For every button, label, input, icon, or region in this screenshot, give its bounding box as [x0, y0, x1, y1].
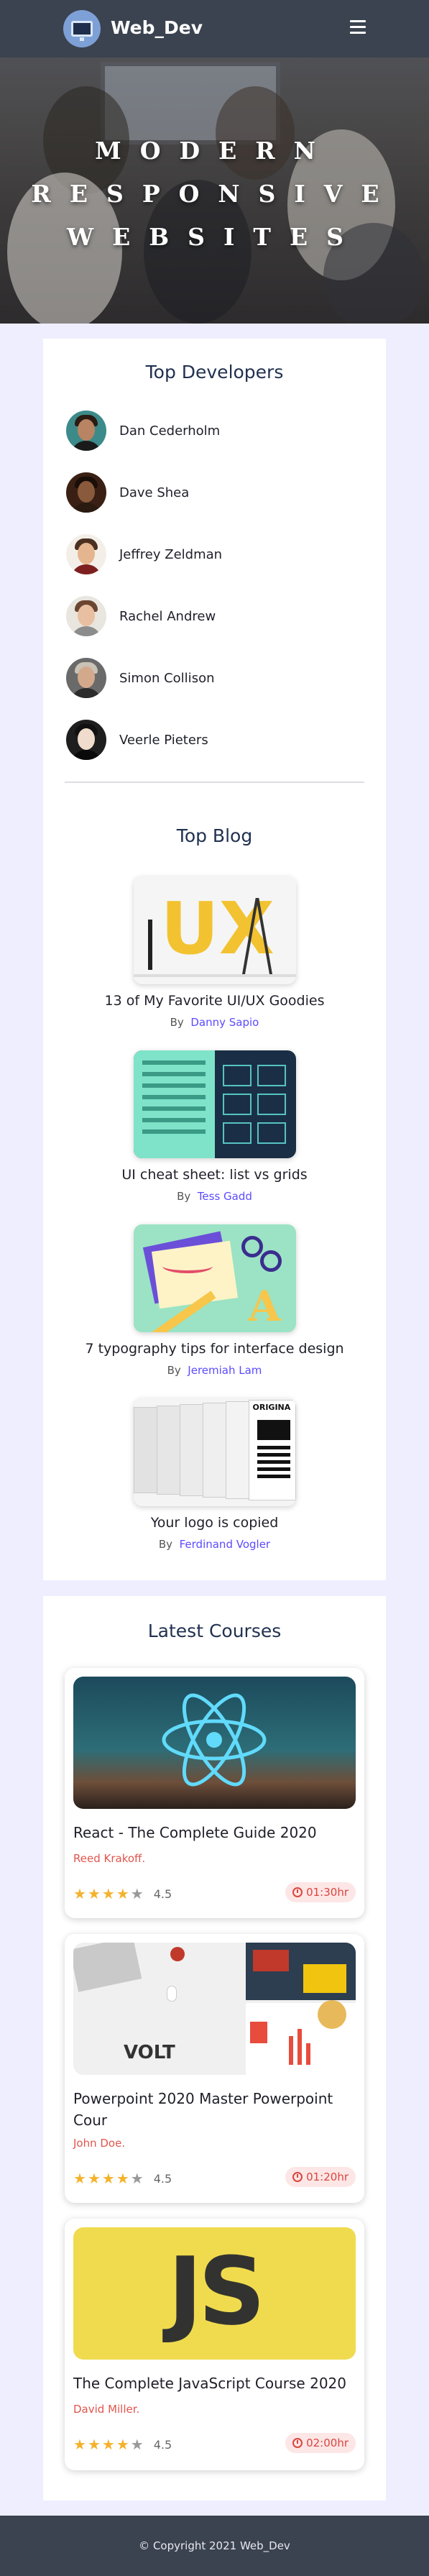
hero-banner: MODERN RESPONSIVE WEBSITES	[0, 58, 429, 324]
avatar	[66, 472, 106, 513]
course-card[interactable]: VOLT Powerpoint 2020 Master Powerpoint C…	[65, 1934, 364, 2203]
blog-author-link[interactable]: Ferdinand Vogler	[180, 1538, 270, 1551]
avatar	[66, 534, 106, 574]
developer-item[interactable]: Simon Collison	[66, 658, 215, 698]
avatar	[66, 658, 106, 698]
clock-icon	[292, 1887, 303, 1897]
duration-badge: 02:00hr	[285, 2433, 356, 2453]
blog-item-byline: By Tess Gadd	[177, 1190, 252, 1203]
avatar	[66, 596, 106, 636]
blog-author-link[interactable]: Danny Sapio	[190, 1016, 259, 1029]
site-footer: © Copyright 2021 Web_Dev	[0, 2516, 429, 2576]
developer-item[interactable]: Jeffrey Zeldman	[66, 534, 222, 574]
blog-item-byline: By Jeremiah Lam	[167, 1364, 262, 1377]
section-divider	[65, 781, 364, 783]
course-author[interactable]: David Miller.	[73, 2403, 139, 2416]
blog-title: Top Blog	[176, 825, 253, 846]
course-image	[73, 1677, 356, 1809]
blog-item[interactable]: A 7 typography tips for interface design…	[43, 1224, 386, 1377]
blog-item-title[interactable]: Your logo is copied	[43, 1515, 386, 1531]
course-title[interactable]: Powerpoint 2020 Master Powerpoint Cour	[73, 2088, 356, 2131]
clock-icon	[292, 2172, 303, 2182]
rating-stars: ★ ★ ★ ★ ★ 4.5	[73, 2436, 172, 2453]
blog-image: ORIGINA	[133, 1398, 296, 1506]
blog-item-title[interactable]: 13 of My Favorite UI/UX Goodies	[43, 993, 386, 1009]
blog-item[interactable]: ORIGINA Your logo is copied By Ferdinand…	[43, 1398, 386, 1551]
developer-item[interactable]: Veerle Pieters	[66, 720, 208, 760]
blog-item-title[interactable]: 7 typography tips for interface design	[43, 1341, 386, 1357]
courses-card: Latest Courses React - The Complete Guid…	[43, 1596, 386, 2501]
hero-title: MODERN RESPONSIVE WEBSITES	[31, 137, 398, 251]
rating-stars: ★ ★ ★ ★ ★ 4.5	[73, 1885, 172, 1902]
blog-item-byline: By Danny Sapio	[170, 1016, 259, 1029]
developers-title: Top Developers	[145, 362, 284, 382]
monitor-icon[interactable]	[63, 10, 101, 47]
course-image: VOLT	[73, 1943, 356, 2075]
course-author[interactable]: John Doe.	[73, 2137, 125, 2150]
blog-item-title[interactable]: UI cheat sheet: list vs grids	[43, 1167, 386, 1183]
blog-image: A	[133, 1224, 296, 1332]
developer-item[interactable]: Dave Shea	[66, 472, 189, 513]
courses-title: Latest Courses	[147, 1621, 282, 1641]
blog-author-link[interactable]: Jeremiah Lam	[188, 1364, 262, 1377]
developer-item[interactable]: Dan Cederholm	[66, 411, 220, 451]
hamburger-menu-icon[interactable]	[350, 20, 366, 35]
avatar	[66, 720, 106, 760]
react-logo-icon	[162, 1693, 267, 1787]
course-card[interactable]: React - The Complete Guide 2020 Reed Kra…	[65, 1668, 364, 1918]
blog-image	[133, 1050, 296, 1158]
developer-item[interactable]: Rachel Andrew	[66, 596, 216, 636]
site-header: Web_Dev	[0, 0, 429, 58]
course-author[interactable]: Reed Krakoff.	[73, 1852, 145, 1865]
blog-author-link[interactable]: Tess Gadd	[198, 1190, 252, 1203]
course-card[interactable]: JS The Complete JavaScript Course 2020 D…	[65, 2219, 364, 2470]
rating-stars: ★ ★ ★ ★ ★ 4.5	[73, 2170, 172, 2187]
blog-image: UX	[133, 876, 296, 984]
brand-name[interactable]: Web_Dev	[111, 17, 203, 38]
avatar	[66, 411, 106, 451]
blog-item-byline: By Ferdinand Vogler	[158, 1538, 271, 1551]
clock-icon	[292, 2438, 303, 2448]
course-image: JS	[73, 2227, 356, 2360]
duration-badge: 01:30hr	[285, 1882, 356, 1902]
duration-badge: 01:20hr	[285, 2167, 356, 2187]
course-title[interactable]: React - The Complete Guide 2020	[73, 1822, 356, 1843]
course-title[interactable]: The Complete JavaScript Course 2020	[73, 2373, 356, 2394]
developers-blog-card: Top Developers Dan Cederholm Dave Shea J…	[43, 339, 386, 1580]
blog-item[interactable]: UI cheat sheet: list vs grids By Tess Ga…	[43, 1050, 386, 1203]
blog-item[interactable]: UX 13 of My Favorite UI/UX Goodies By Da…	[43, 876, 386, 1029]
